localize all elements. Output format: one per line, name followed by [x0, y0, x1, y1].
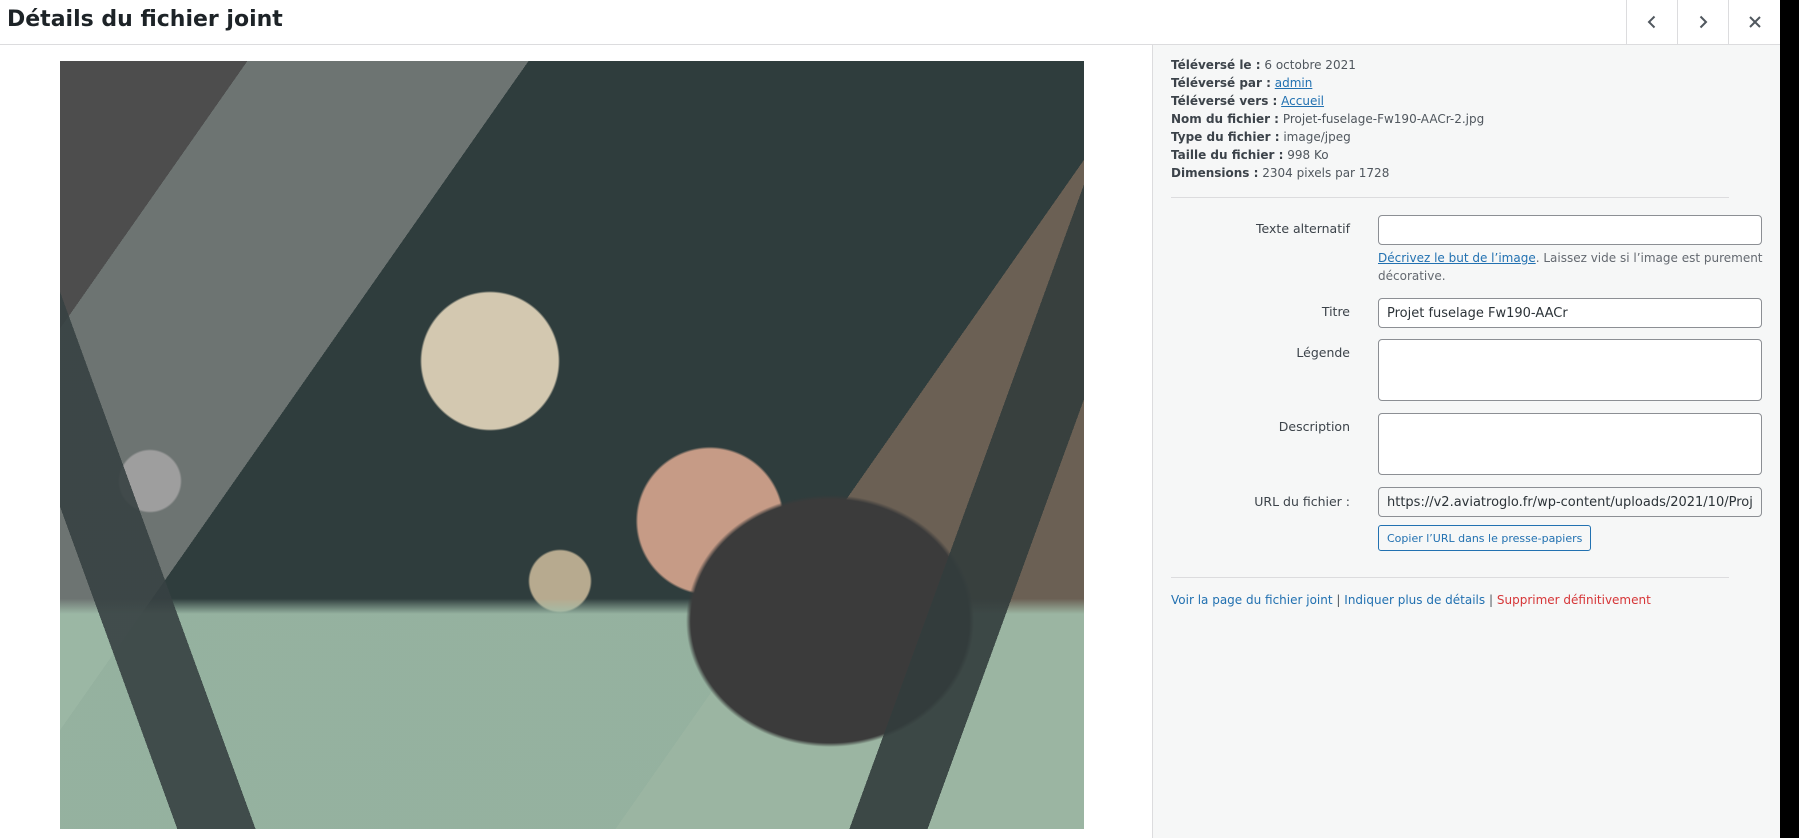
actions-separator: | — [1488, 593, 1494, 607]
attachment-info-sidebar: Téléversé le : 6 octobre 2021 Téléversé … — [1152, 45, 1780, 838]
file-name-label: Nom du fichier : — [1171, 112, 1279, 126]
caption-textarea[interactable] — [1378, 339, 1762, 401]
description-textarea[interactable] — [1378, 413, 1762, 475]
file-type-value: image/jpeg — [1283, 130, 1351, 144]
description-label: Description — [1278, 419, 1350, 434]
uploaded-by-label: Téléversé par : — [1171, 76, 1271, 90]
chevron-right-icon — [1699, 15, 1708, 29]
actions-divider — [1171, 577, 1729, 578]
alt-text-help: Décrivez le but de l’image. Laissez vide… — [1378, 249, 1768, 285]
attachment-media-view — [0, 45, 1152, 838]
modal-title: Détails du fichier joint — [7, 7, 283, 32]
delete-permanently-link[interactable]: Supprimer définitivement — [1497, 593, 1651, 607]
file-name-row: Nom du fichier : Projet-fuselage-Fw190-A… — [1171, 110, 1484, 128]
view-attachment-page-link[interactable]: Voir la page du fichier joint — [1171, 593, 1333, 607]
file-url-input[interactable] — [1378, 487, 1762, 517]
actions-separator: | — [1336, 593, 1341, 607]
uploaded-by-link[interactable]: admin — [1275, 76, 1313, 90]
copy-url-button[interactable]: Copier l’URL dans le presse-papiers — [1378, 525, 1592, 551]
attachment-image — [60, 61, 1084, 829]
uploaded-on-value: 6 octobre 2021 — [1264, 58, 1356, 72]
close-icon — [1749, 16, 1761, 28]
uploaded-to-label: Téléversé vers : — [1171, 94, 1278, 108]
attachment-details-modal: Détails du fichier joint Téléversé le : … — [0, 0, 1780, 838]
dimensions-row: Dimensions : 2304 pixels par 1728 — [1171, 164, 1484, 182]
next-attachment-button[interactable] — [1677, 0, 1728, 44]
attachment-actions: Voir la page du fichier joint | Indiquer… — [1171, 593, 1651, 607]
dimensions-value: 2304 pixels par 1728 — [1262, 166, 1390, 180]
file-size-value: 998 Ko — [1287, 148, 1329, 162]
file-type-row: Type du fichier : image/jpeg — [1171, 128, 1484, 146]
uploaded-to-link[interactable]: Accueil — [1281, 94, 1324, 108]
alt-text-help-link[interactable]: Décrivez le but de l’image — [1378, 251, 1536, 265]
file-type-label: Type du fichier : — [1171, 130, 1280, 144]
file-details: Téléversé le : 6 octobre 2021 Téléversé … — [1171, 56, 1484, 182]
dimensions-label: Dimensions : — [1171, 166, 1259, 180]
alt-text-label: Texte alternatif — [1256, 221, 1350, 236]
uploaded-by-row: Téléversé par : admin — [1171, 74, 1484, 92]
previous-attachment-button[interactable] — [1626, 0, 1677, 44]
title-input[interactable] — [1378, 298, 1762, 328]
scrollbar-gutter — [1780, 0, 1799, 838]
uploaded-to-row: Téléversé vers : Accueil — [1171, 92, 1484, 110]
close-modal-button[interactable] — [1728, 0, 1781, 44]
details-divider — [1171, 197, 1729, 198]
file-url-label: URL du fichier : — [1254, 494, 1350, 509]
uploaded-on-row: Téléversé le : 6 octobre 2021 — [1171, 56, 1484, 74]
edit-more-details-link[interactable]: Indiquer plus de détails — [1344, 593, 1485, 607]
file-name-value: Projet-fuselage-Fw190-AACr-2.jpg — [1282, 112, 1485, 126]
caption-label: Légende — [1296, 345, 1350, 360]
chevron-left-icon — [1647, 15, 1656, 29]
uploaded-on-label: Téléversé le : — [1171, 58, 1261, 72]
title-label: Titre — [1321, 304, 1350, 319]
file-size-row: Taille du fichier : 998 Ko — [1171, 146, 1484, 164]
alt-text-input[interactable] — [1378, 215, 1762, 245]
modal-header: Détails du fichier joint — [0, 0, 1780, 45]
file-size-label: Taille du fichier : — [1171, 148, 1284, 162]
